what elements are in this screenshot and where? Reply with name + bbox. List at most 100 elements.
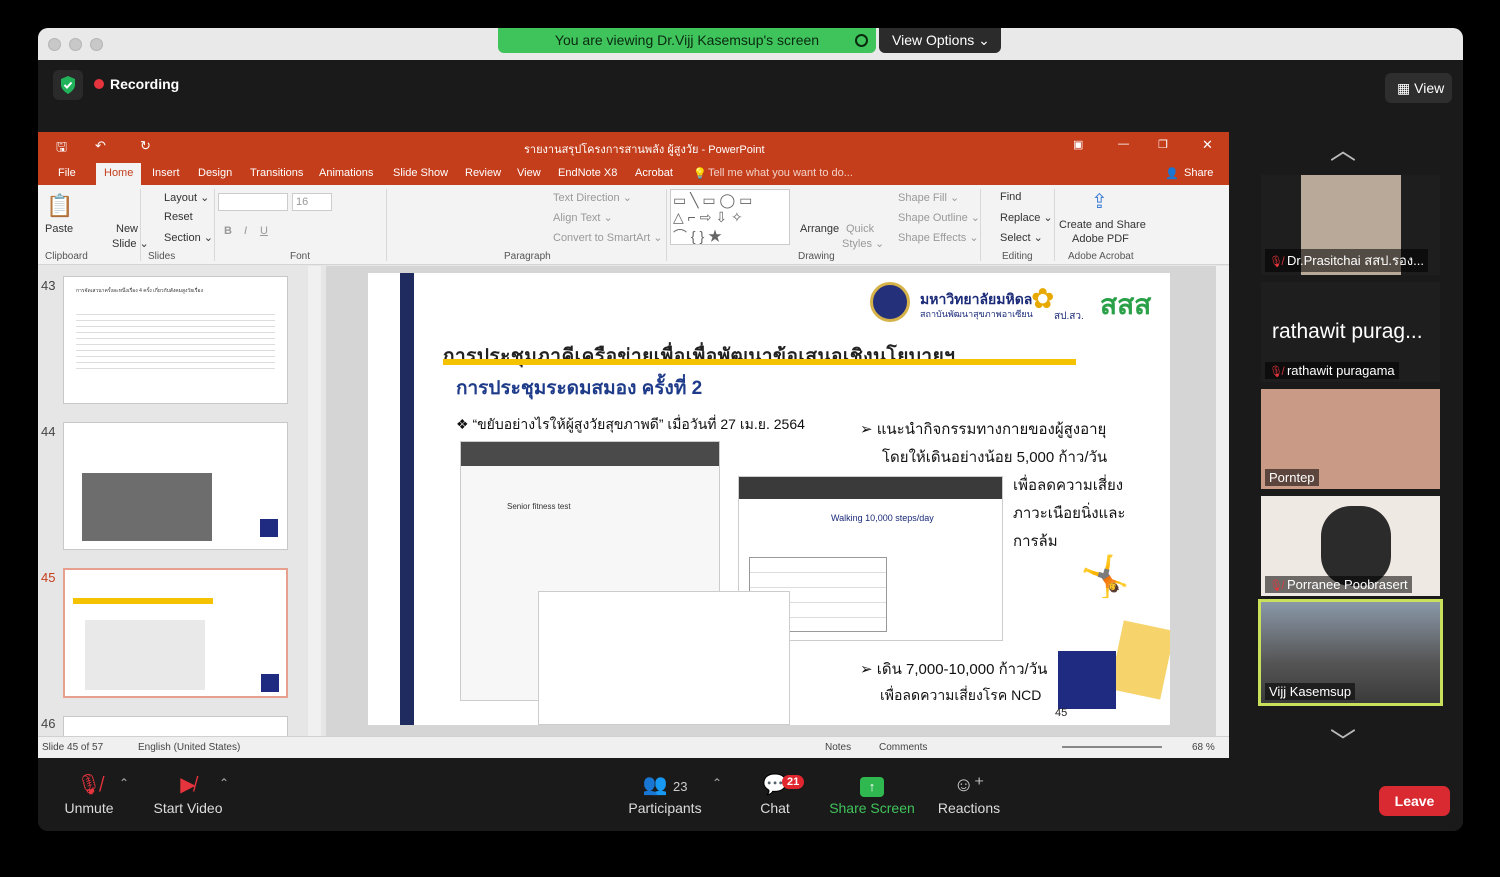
bold-button[interactable]: B <box>224 225 232 237</box>
slide-right-text-1: ➢ แนะนำกิจกรรมทางกายของผู้สูงอายุ <box>860 421 1107 438</box>
tab-acrobat[interactable]: Acrobat <box>635 167 673 179</box>
lightbulb-icon: 💡 <box>693 168 707 180</box>
thumbnail-44[interactable] <box>63 422 288 550</box>
font-name-input[interactable] <box>218 193 288 211</box>
new-slide-dropdown[interactable]: Slide ⌄ <box>112 237 149 250</box>
slide-45[interactable]: มหาวิทยาลัยมหิดล สถาบันพัฒนาสุขภาพอาเซีย… <box>368 273 1170 725</box>
group-clipboard: Clipboard <box>45 251 88 262</box>
thumbnail-45-selected[interactable] <box>63 568 288 698</box>
thumbnail-46[interactable] <box>63 716 288 736</box>
chevron-down-icon[interactable]: ﹀ <box>1330 722 1356 759</box>
text-direction-button[interactable]: Text Direction ⌄ <box>553 191 632 204</box>
participants-options-chevron-icon[interactable]: ⌃ <box>712 776 722 790</box>
reactions-button[interactable]: ☺︎⁺ Reactions <box>936 770 1002 816</box>
tab-home[interactable]: Home <box>96 163 142 185</box>
security-shield-icon[interactable] <box>53 70 83 100</box>
close-window-button[interactable] <box>48 38 61 51</box>
ppt-window-title: รายงานสรุปโครงการสานพลัง ผู้สูงวัย - Pow… <box>524 144 765 156</box>
tab-file[interactable]: File <box>58 167 76 179</box>
restore-icon[interactable]: ❐ <box>1158 138 1168 151</box>
shape-fill-button[interactable]: Shape Fill ⌄ <box>898 191 959 204</box>
recording-dot-icon <box>94 79 104 89</box>
maximize-window-button[interactable] <box>90 38 103 51</box>
participant-tile[interactable]: 🎙︎̸ Porranee Poobrasert <box>1261 496 1440 596</box>
tab-insert[interactable]: Insert <box>152 167 180 179</box>
start-video-label: Start Video <box>153 800 223 816</box>
align-text-button[interactable]: Align Text ⌄ <box>553 211 613 224</box>
minimize-icon[interactable]: — <box>1118 138 1129 150</box>
language-status[interactable]: English (United States) <box>138 742 240 753</box>
tab-endnote[interactable]: EndNote X8 <box>558 167 617 179</box>
arrange-button[interactable]: Arrange <box>800 223 839 235</box>
audio-options-chevron-icon[interactable]: ⌃ <box>119 776 129 790</box>
view-button[interactable]: ▦ View <box>1385 73 1452 103</box>
tab-review[interactable]: Review <box>465 167 501 179</box>
close-icon[interactable]: ✕ <box>1202 137 1213 153</box>
redo-icon[interactable]: ↻ <box>140 138 151 154</box>
navy-decorative-shape <box>1058 651 1116 709</box>
tab-transitions[interactable]: Transitions <box>250 167 303 179</box>
participant-tile[interactable]: Porntep <box>1261 389 1440 489</box>
convert-smartart-button[interactable]: Convert to SmartArt ⌄ <box>553 231 662 244</box>
view-options-button[interactable]: View Options ⌄ <box>879 28 1001 53</box>
sss-logo: สสส <box>1100 289 1152 320</box>
comments-button[interactable]: Comments <box>879 742 927 753</box>
italic-button[interactable]: I <box>244 225 247 237</box>
font-size-input[interactable]: 16 <box>292 193 332 211</box>
section-button[interactable]: Section ⌄ <box>164 231 213 244</box>
chevron-up-icon[interactable]: ︿ <box>1330 130 1356 167</box>
unmute-button[interactable]: 🎙︎̸ Unmute <box>58 770 120 816</box>
participant-tile[interactable]: 🎙︎̸ Dr.Prasitchai สสป.รอง... <box>1261 175 1440 275</box>
recording-indicator[interactable]: Recording <box>94 76 179 92</box>
participant-tile-active-speaker[interactable]: Vijj Kasemsup <box>1258 599 1443 706</box>
start-video-button[interactable]: ▶︎̸ Start Video <box>148 770 228 816</box>
tell-me-input[interactable]: Tell me what you want to do... <box>708 167 853 179</box>
viewing-text: You are viewing Dr.Vijj Kasemsup's scree… <box>554 32 820 48</box>
participant-tile[interactable]: rathawit purag... 🎙︎̸ rathawit puragama <box>1261 282 1440 382</box>
slide-title: การประชุมภาคีเครือข่ายเพื่อเพื่อพัฒนาข้อ… <box>443 346 956 367</box>
save-icon[interactable]: 🖫 <box>56 138 67 160</box>
thumbnails-scrollbar[interactable] <box>308 266 321 736</box>
chart-screenshot <box>538 591 790 725</box>
shapes-gallery[interactable]: ▭ ╲ ▭ ◯ ▭ △ ⌐ ⇨ ⇩ ✧ ⌒ { } ★ <box>670 189 790 245</box>
thumbnail-43[interactable]: การจัดเสวนาครั้งละหนึ่งเรื่อง 4 ครั้ง เก… <box>63 276 288 404</box>
slide-right-text-4: ภาวะเนือยนิ่งและ <box>1013 505 1126 522</box>
shape-outline-button[interactable]: Shape Outline ⌄ <box>898 211 980 224</box>
select-button[interactable]: Select ⌄ <box>1000 231 1043 244</box>
slide-canvas: มหาวิทยาลัยมหิดล สถาบันพัฒนาสุขภาพอาเซีย… <box>326 266 1216 736</box>
tab-design[interactable]: Design <box>198 167 232 179</box>
slide-scrollbar[interactable] <box>1216 266 1229 736</box>
new-slide-button[interactable]: New <box>116 223 138 235</box>
undo-icon[interactable]: ↶ <box>95 138 106 154</box>
slide-number: 45 <box>1055 707 1068 719</box>
quick-styles-button[interactable]: Quick <box>846 223 874 235</box>
meeting-topbar: Recording ▦ View <box>38 60 1463 130</box>
create-share-button[interactable]: Create and Share <box>1059 219 1146 231</box>
ribbon-display-icon[interactable]: ▣ <box>1073 138 1083 151</box>
leave-button[interactable]: Leave <box>1379 786 1450 816</box>
find-button[interactable]: Find <box>1000 191 1021 203</box>
underline-button[interactable]: U <box>260 225 268 237</box>
tab-animations[interactable]: Animations <box>319 167 373 179</box>
participants-button[interactable]: 👥 23 Participants <box>624 770 706 816</box>
shape-effects-button[interactable]: Shape Effects ⌄ <box>898 231 979 244</box>
participant-name-2: 🎙︎̸ rathawit puragama <box>1265 362 1399 379</box>
zoom-level[interactable]: 68 % <box>1192 742 1215 753</box>
replace-button[interactable]: Replace ⌄ <box>1000 211 1053 224</box>
minimize-window-button[interactable] <box>69 38 82 51</box>
zoom-slider[interactable] <box>1062 746 1162 748</box>
reset-button[interactable]: Reset <box>164 211 193 223</box>
share-screen-button[interactable]: ↑ Share Screen <box>828 770 916 816</box>
slide-right-text-2: โดยให้เดินอย่างน้อย 5,000 ก้าว/วัน <box>882 449 1108 466</box>
tab-view[interactable]: View <box>517 167 541 179</box>
chat-unread-badge: 21 <box>782 775 805 789</box>
paste-icon[interactable]: 📋 <box>46 193 73 219</box>
notes-button[interactable]: Notes <box>825 742 851 753</box>
share-button[interactable]: Share <box>1184 167 1213 179</box>
paste-button[interactable]: Paste <box>45 223 73 235</box>
share-screen-icon: ↑ <box>828 770 916 800</box>
layout-button[interactable]: Layout ⌄ <box>164 191 209 204</box>
quick-styles-dropdown[interactable]: Styles ⌄ <box>842 237 884 250</box>
video-options-chevron-icon[interactable]: ⌃ <box>219 776 229 790</box>
tab-slide-show[interactable]: Slide Show <box>393 167 448 179</box>
